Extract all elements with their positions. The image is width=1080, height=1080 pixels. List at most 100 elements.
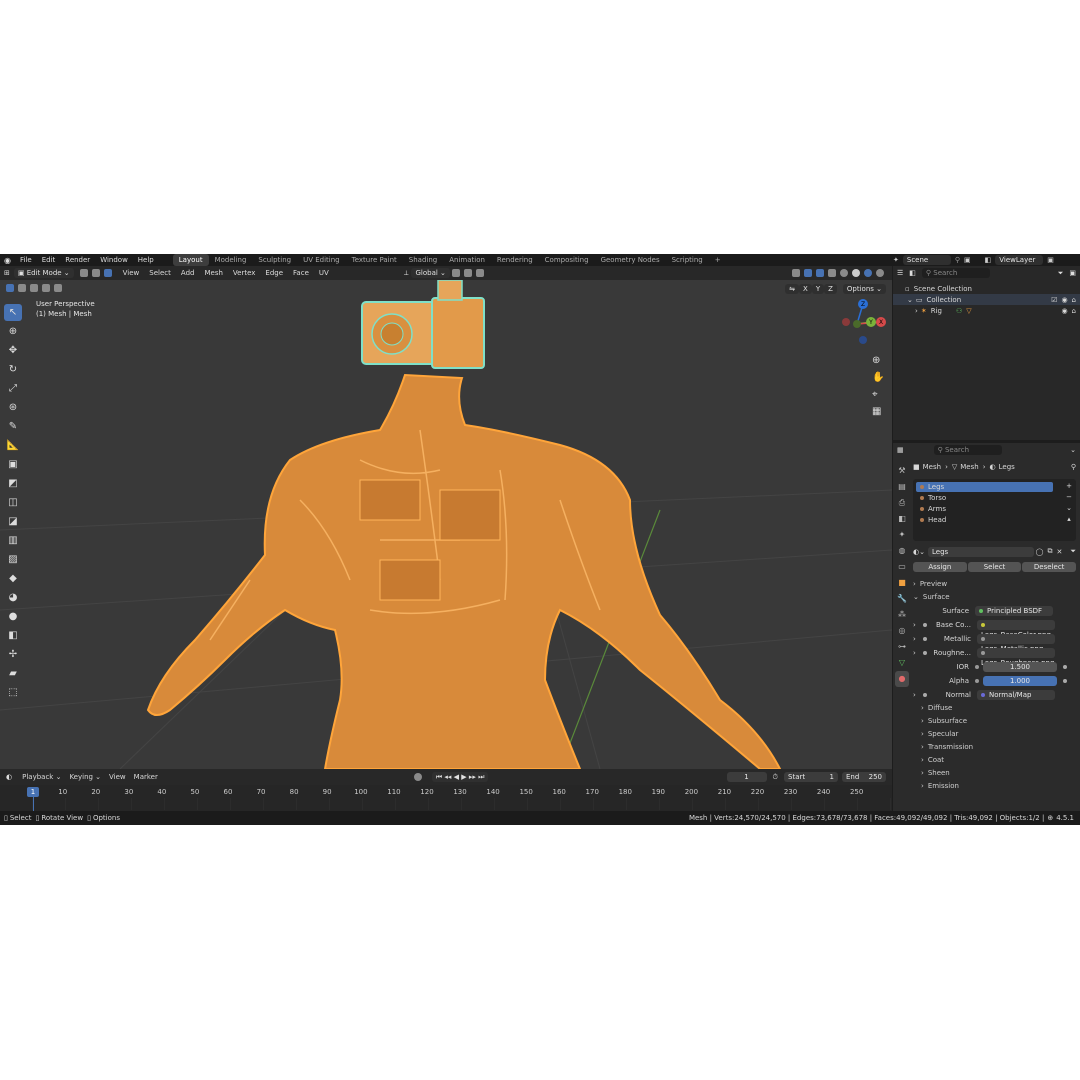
shear-tool[interactable]: ▰ <box>4 665 22 682</box>
menu-face[interactable]: Face <box>288 266 314 280</box>
tab-sculpting[interactable]: Sculpting <box>252 254 297 266</box>
material-browse-icon[interactable]: ◐⌄ <box>913 548 925 556</box>
add-slot-icon[interactable]: + <box>1064 481 1074 492</box>
ior-field[interactable]: 1.500 <box>983 662 1057 672</box>
options-dropdown[interactable]: Options ⌄ <box>842 284 886 294</box>
surface-section[interactable]: ⌄ Surface <box>913 591 1076 604</box>
menu-file[interactable]: File <box>15 254 37 266</box>
start-frame-field[interactable]: Start 1 <box>784 772 838 782</box>
menu-marker[interactable]: Marker <box>130 773 162 781</box>
collection-render-icon[interactable]: ⌂ <box>1072 296 1076 304</box>
normal-field[interactable]: Normal/Map <box>977 690 1055 700</box>
spin-tool[interactable]: ◕ <box>4 589 22 606</box>
scene-tab-icon[interactable]: ✦ <box>895 527 909 543</box>
annotate-tool[interactable]: ✎ <box>4 418 22 435</box>
unlink-material-icon[interactable]: ✕ <box>1057 548 1063 556</box>
display-mode-icon[interactable]: ◧ <box>909 269 916 277</box>
extrude-tool[interactable]: ◩ <box>4 475 22 492</box>
material-filter-icon[interactable]: ⏷ <box>1070 547 1076 556</box>
surface-shader-field[interactable]: Principled BSDF <box>975 606 1053 616</box>
world-tab-icon[interactable]: ◍ <box>895 543 909 559</box>
deselect-button[interactable]: Deselect <box>1022 561 1077 572</box>
tab-scripting[interactable]: Scripting <box>666 254 709 266</box>
transform-tool[interactable]: ⊛ <box>4 399 22 416</box>
preview-section[interactable]: › Preview <box>913 578 1076 591</box>
outliner-scene-collection[interactable]: ▫ Scene Collection <box>893 283 1080 294</box>
material-tab-icon[interactable]: ● <box>895 671 909 687</box>
add-cube-tool[interactable]: ▣ <box>4 456 22 473</box>
alpha-field[interactable]: 1.000 <box>983 676 1057 686</box>
select-extend-icon[interactable] <box>18 284 26 292</box>
navigation-gizmo[interactable]: Z Y X <box>838 298 888 348</box>
subsection-subsurface[interactable]: › Subsurface <box>913 715 1076 728</box>
select-new-icon[interactable] <box>6 284 14 292</box>
collection-tab-icon[interactable]: ▭ <box>895 559 909 575</box>
menu-mesh[interactable]: Mesh <box>199 266 227 280</box>
menu-render[interactable]: Render <box>60 254 95 266</box>
slot-menu-icon[interactable]: ⌄ <box>1064 503 1074 514</box>
pin-icon[interactable]: ⚲ <box>955 256 960 264</box>
pivot-icon[interactable] <box>451 269 460 277</box>
poly-build-tool[interactable]: ◆ <box>4 570 22 587</box>
select-box-tool[interactable]: ↖ <box>4 304 22 321</box>
loop-cut-tool[interactable]: ▥ <box>4 532 22 549</box>
move-tool[interactable]: ✥ <box>4 342 22 359</box>
axis-y-button[interactable]: Y <box>811 284 825 294</box>
scene-icon[interactable]: ✦ <box>893 256 899 264</box>
ior-keyframe-icon[interactable] <box>1063 665 1067 669</box>
metallic-expand-icon[interactable]: › <box>913 635 921 643</box>
bevel-tool[interactable]: ◪ <box>4 513 22 530</box>
data-tab-icon[interactable]: ▽ <box>895 655 909 671</box>
playback-controls[interactable]: ⏮ ◂◂ ◀ ▶ ▸▸ ⏭ <box>431 772 489 782</box>
vertex-select-icon[interactable] <box>79 269 88 277</box>
menu-select[interactable]: Select <box>144 266 176 280</box>
knife-tool[interactable]: ▨ <box>4 551 22 568</box>
add-workspace-button[interactable]: + <box>709 254 727 266</box>
material-slot-arms[interactable]: Arms <box>916 504 1053 514</box>
properties-options-icon[interactable]: ⌄ <box>1070 446 1076 454</box>
constraints-tab-icon[interactable]: ⊶ <box>895 639 909 655</box>
select-subtract-icon[interactable] <box>30 284 38 292</box>
tab-uv-editing[interactable]: UV Editing <box>297 254 346 266</box>
menu-view[interactable]: View <box>118 266 145 280</box>
view-layer-icon[interactable]: ◧ <box>985 256 992 264</box>
stopwatch-icon[interactable]: ⏱ <box>773 773 778 782</box>
view-layer-tab-icon[interactable]: ◧ <box>895 511 909 527</box>
menu-window[interactable]: Window <box>95 254 133 266</box>
new-collection-icon[interactable]: ▣ <box>1069 269 1076 277</box>
menu-edge[interactable]: Edge <box>260 266 288 280</box>
new-view-layer-icon[interactable]: ▣ <box>1047 256 1054 264</box>
collection-visibility-icon[interactable]: ◉ <box>1061 296 1067 304</box>
blender-logo-icon[interactable]: ◉ <box>0 256 15 265</box>
outliner-rig[interactable]: › ✶ Rig ⚇ ▽ ◉ ⌂ <box>893 305 1080 316</box>
particles-tab-icon[interactable]: ⁂ <box>895 607 909 623</box>
view-layer-selector[interactable]: ViewLayer <box>995 255 1044 265</box>
mode-selector[interactable]: ▣ Edit Mode ⌄ <box>13 268 74 278</box>
keyframe-area[interactable] <box>0 798 892 810</box>
tool-tab-icon[interactable]: ⚒ <box>895 463 909 479</box>
axis-x-button[interactable]: X <box>799 284 812 294</box>
base-color-expand-icon[interactable]: › <box>913 621 921 629</box>
assign-button[interactable]: Assign <box>913 561 967 572</box>
shading-material-icon[interactable] <box>864 269 872 277</box>
3d-viewport[interactable]: User Perspective (1) Mesh | Mesh ↖ ⊕ ✥ ↻… <box>0 280 892 769</box>
timeline-track[interactable]: 1 10 20 30 40 50 60 70 80 90 100 110 120 130 140 150 160… <box>0 785 892 811</box>
menu-add[interactable]: Add <box>176 266 200 280</box>
roughness-field[interactable]: Legs_Roughness.png <box>977 648 1055 667</box>
outliner-editor-icon[interactable]: ☰ <box>897 269 903 277</box>
scene-selector[interactable]: Scene <box>902 255 951 265</box>
tab-shading[interactable]: Shading <box>403 254 443 266</box>
menu-edit[interactable]: Edit <box>37 254 61 266</box>
rig-render-icon[interactable]: ⌂ <box>1072 307 1076 315</box>
subsection-coat[interactable]: › Coat <box>913 754 1076 767</box>
current-frame-field[interactable]: 1 <box>726 772 767 782</box>
overlay-toggle-icon[interactable] <box>816 269 824 277</box>
camera-view-icon[interactable]: ⌖ <box>872 386 884 403</box>
tab-animation[interactable]: Animation <box>443 254 491 266</box>
subsection-diffuse[interactable]: › Diffuse <box>913 702 1076 715</box>
tab-texture-paint[interactable]: Texture Paint <box>346 254 403 266</box>
smooth-tool[interactable]: ● <box>4 608 22 625</box>
render-tab-icon[interactable]: ▤ <box>895 479 909 495</box>
shading-wireframe-icon[interactable] <box>840 269 848 277</box>
rig-expand-icon[interactable]: › <box>915 307 918 315</box>
